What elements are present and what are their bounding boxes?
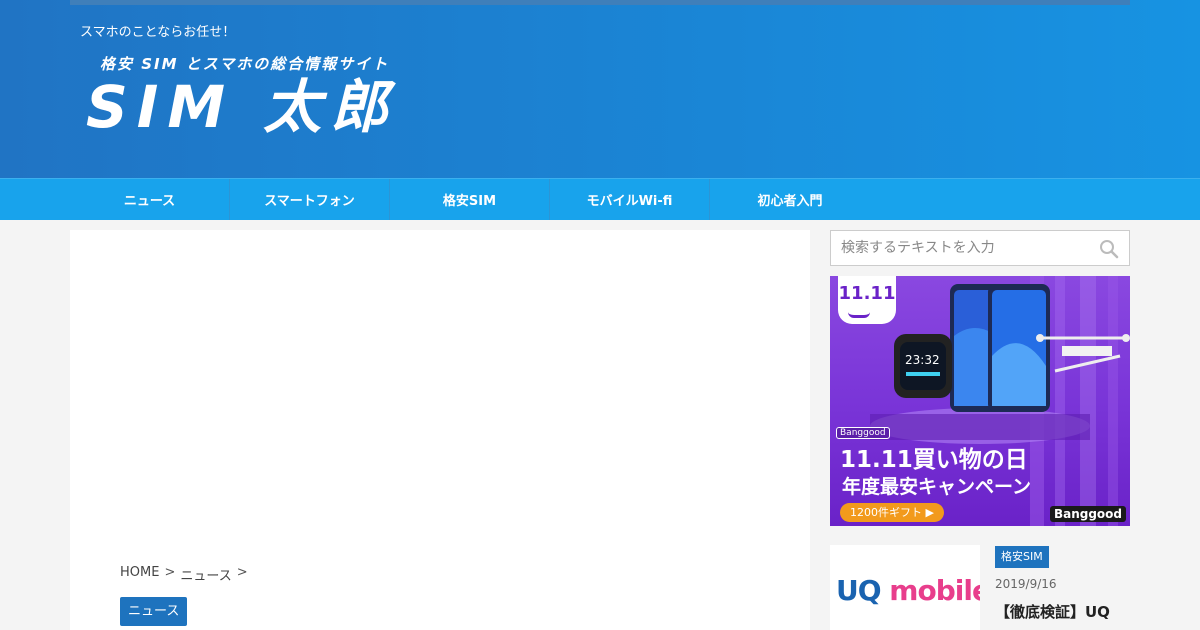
breadcrumb-home[interactable]: HOME (120, 565, 159, 584)
banner-smile-icon (848, 312, 870, 318)
banner-gift-button[interactable]: 1200件ギフト ▶ (840, 503, 944, 522)
post-date: 2019/9/16 (995, 577, 1057, 591)
sidebar-post-card[interactable]: UQ mobile 格安SIM 2019/9/16 【徹底検証】UQ (830, 545, 1130, 630)
nav-item-mobile-wifi[interactable]: モバイルWi-fi (550, 179, 710, 220)
search-icon[interactable] (1099, 239, 1119, 259)
breadcrumb: HOME > ニュース > (120, 565, 248, 584)
logo-subtitle: 格安 SIM とスマホの総合情報サイト (100, 55, 390, 73)
post-thumbnail[interactable]: UQ mobile (830, 545, 980, 630)
site-header: スマホのことならお任せ！ 格安 SIM とスマホの総合情報サイト SIM 太郎 (0, 0, 1200, 178)
search-input[interactable] (831, 231, 1091, 265)
breadcrumb-separator: > (164, 565, 176, 580)
post-title[interactable]: 【徹底検証】UQ (995, 601, 1130, 623)
article-category-badge[interactable]: ニュース (120, 597, 188, 626)
nav-item-news[interactable]: ニュース (70, 179, 230, 220)
main-nav: ニュース スマートフォン 格安SIM モバイルWi-fi 初心者入門 (0, 178, 1200, 220)
post-category-badge[interactable]: 格安SIM (995, 546, 1049, 568)
site-logo[interactable]: 格安 SIM とスマホの総合情報サイト SIM 太郎 (80, 50, 460, 145)
logo-title: SIM 太郎 (86, 73, 398, 141)
mobile-logo-text: mobile (889, 574, 980, 607)
banner-title: 11.11買い物の日 (840, 447, 1028, 473)
site-tagline: スマホのことならお任せ！ (80, 25, 236, 40)
banner-brand-logo: Banggood (1049, 506, 1126, 522)
svg-text:23:32: 23:32 (905, 353, 940, 367)
nav-item-smartphone[interactable]: スマートフォン (230, 179, 390, 220)
ad-banner[interactable]: 23:32 11.11 Banggood 11.11買い物の日 年度最安キャンペ… (830, 276, 1130, 526)
banner-tag: Banggood (836, 427, 890, 439)
uq-logo-text: UQ (836, 574, 882, 607)
breadcrumb-news[interactable]: ニュース (180, 565, 231, 584)
header-top-bar (70, 0, 1130, 5)
banner-subtitle: 年度最安キャンペーン (842, 476, 1032, 498)
breadcrumb-separator: > (236, 565, 248, 580)
nav-item-sim[interactable]: 格安SIM (390, 179, 550, 220)
nav-item-beginner[interactable]: 初心者入門 (710, 179, 870, 220)
search-box (830, 230, 1130, 266)
uq-mobile-logo: UQ mobile (836, 574, 980, 607)
